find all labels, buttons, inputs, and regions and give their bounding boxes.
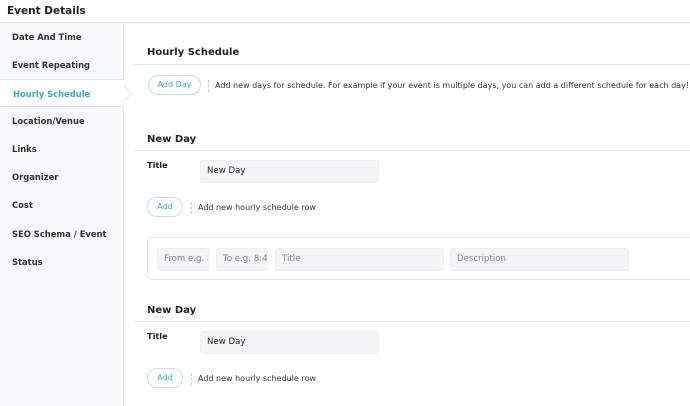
day-heading: New Day	[147, 134, 197, 145]
from-time-input[interactable]: From e.g. 8	[157, 248, 209, 271]
section-title: Hourly Schedule	[147, 47, 240, 58]
main-content: Hourly Schedule Add Day Add new days for…	[124, 23, 690, 406]
title-label: Title	[147, 331, 168, 341]
row-description-input[interactable]: Description	[450, 248, 629, 271]
divider	[134, 64, 690, 65]
row-title-input[interactable]: Title	[275, 248, 444, 271]
divider	[134, 321, 690, 322]
day-heading: New Day	[147, 305, 197, 316]
add-row-help-text: Add new hourly schedule row	[191, 373, 316, 385]
day-title-input[interactable]: New Day	[200, 160, 379, 183]
title-label: Title	[147, 160, 168, 170]
add-row-help-text: Add new hourly schedule row	[191, 202, 316, 214]
sidebar-item-links[interactable]: Links	[0, 135, 124, 163]
add-row-button[interactable]: Add	[147, 368, 183, 388]
sidebar-item-organizer[interactable]: Organizer	[0, 163, 124, 191]
title-bar: Event Details	[0, 0, 690, 23]
sidebar-item-event-repeating[interactable]: Event Repeating	[0, 51, 124, 79]
sidebar-item-date-and-time[interactable]: Date And Time	[0, 23, 124, 51]
sidebar-item-seo-schema[interactable]: SEO Schema / Event Status	[0, 220, 124, 267]
add-day-button[interactable]: Add Day	[148, 75, 201, 95]
add-day-help-text: Add new days for schedule. For example i…	[208, 80, 689, 92]
window-title: Event Details	[7, 5, 86, 17]
schedule-row: From e.g. 8 To e.g. 8:4 Title Descriptio…	[147, 237, 690, 280]
day-title-input[interactable]: New Day	[200, 331, 379, 354]
sidebar-item-cost[interactable]: Cost	[0, 191, 124, 219]
add-row-button[interactable]: Add	[147, 197, 183, 217]
divider	[134, 150, 690, 151]
sidebar-item-hourly-schedule[interactable]: Hourly Schedule	[0, 79, 124, 107]
sidebar: Date And Time Event Repeating Hourly Sch…	[0, 23, 124, 406]
sidebar-item-location-venue[interactable]: Location/Venue	[0, 107, 124, 135]
to-time-input[interactable]: To e.g. 8:4	[216, 248, 268, 271]
